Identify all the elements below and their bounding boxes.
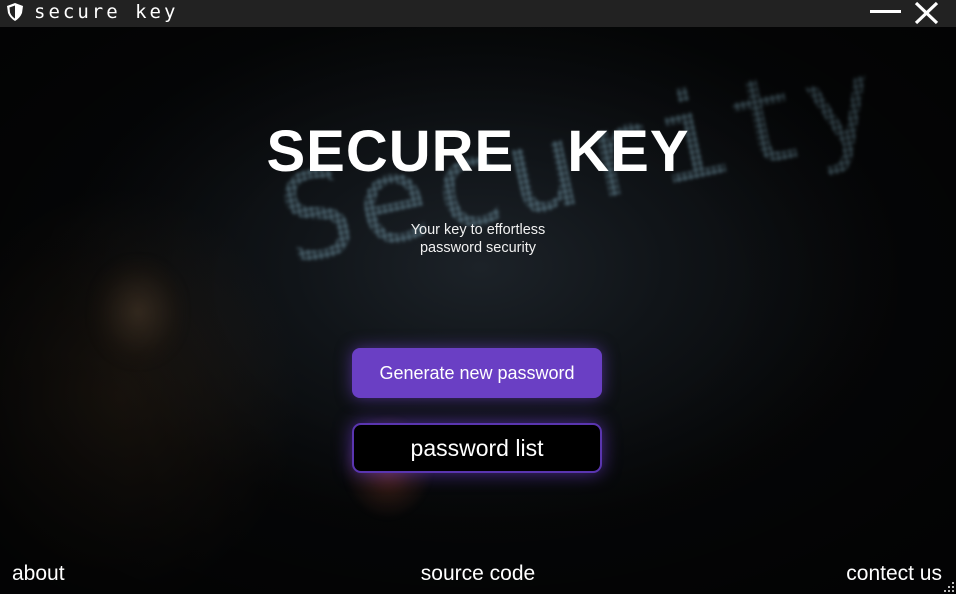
title-bar[interactable]: secure key xyxy=(0,0,956,27)
shield-icon xyxy=(7,3,23,21)
background-image: Security xyxy=(0,27,956,594)
close-button[interactable] xyxy=(912,0,942,26)
contact-link[interactable]: contect us xyxy=(846,560,942,588)
tagline: Your key to effortless password security xyxy=(378,221,578,257)
source-code-link[interactable]: source code xyxy=(421,562,535,585)
background-vignette xyxy=(0,27,956,594)
window-title: secure key xyxy=(34,1,179,23)
generate-password-button[interactable]: Generate new password xyxy=(352,348,602,398)
minimize-button[interactable] xyxy=(866,0,904,26)
tagline-line-2: password security xyxy=(419,240,537,256)
about-link[interactable]: about xyxy=(12,560,65,588)
app-heading: SECURE KEY xyxy=(266,119,690,184)
tagline-line-1: Your key to effortless xyxy=(410,222,546,238)
close-icon xyxy=(914,1,939,25)
password-list-button[interactable]: password list xyxy=(352,423,602,473)
resize-grip-icon[interactable] xyxy=(944,582,954,592)
